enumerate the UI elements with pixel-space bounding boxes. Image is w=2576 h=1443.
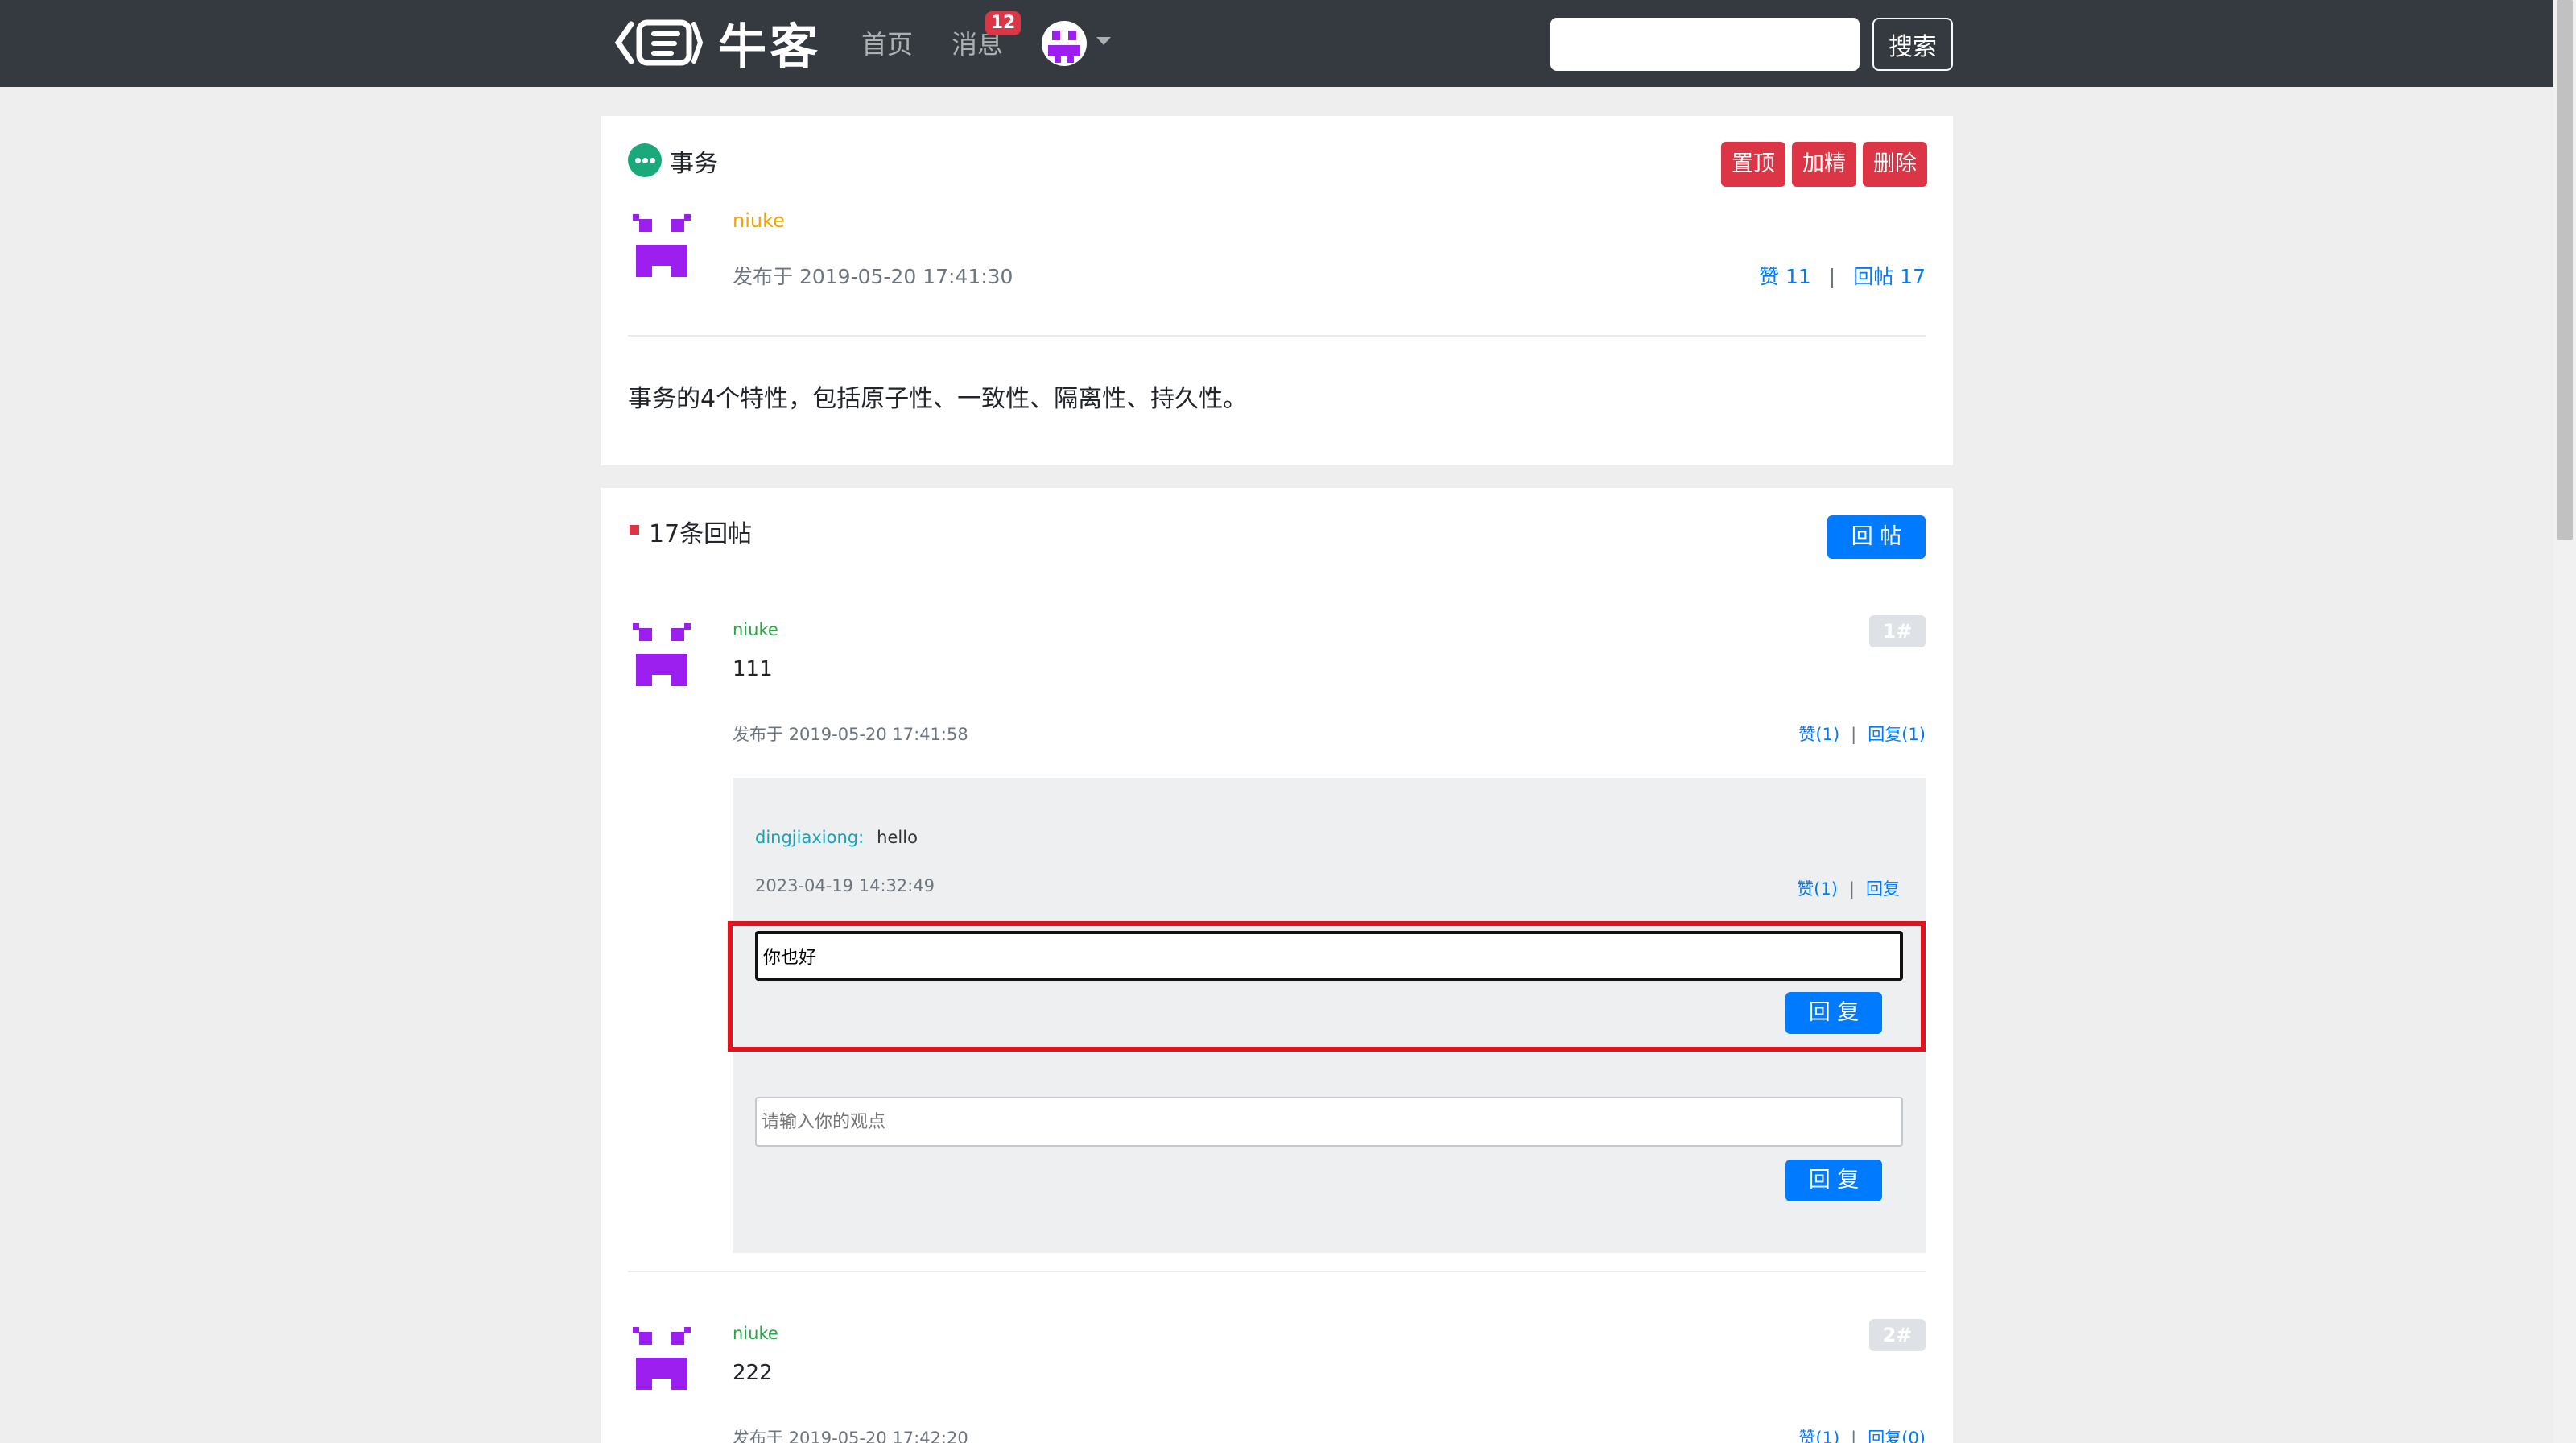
replies-card: 17条回帖 回 帖 niuke 1# 111 发布于 2019-05-20 17… [601,488,1953,1443]
reply-like-link[interactable]: 赞(1) [1798,1429,1839,1443]
post-like-link[interactable]: 赞 11 [1759,265,1811,288]
post-published-time: 发布于 2019-05-20 17:41:30 [733,265,1013,288]
reply-actions: 赞(1) | 回复(0) [1798,1425,1926,1443]
floor-badge: 1# [1869,615,1926,647]
replies-count-title: 17条回帖 [649,520,753,548]
highlight-button[interactable]: 加精 [1792,142,1856,187]
author-avatar[interactable] [630,209,694,282]
reply-avatar[interactable] [630,1322,694,1395]
reply-author[interactable]: niuke [733,1324,778,1343]
search-button[interactable]: 搜索 [1872,18,1953,71]
post-author[interactable]: niuke [733,209,785,232]
comment-actions: 赞(1) | 回复 [1797,879,1900,899]
post-content: 事务的4个特性，包括原子性、一致性、隔离性、持久性。 [628,385,1248,413]
highlight-frame [728,921,1926,1052]
site-logo[interactable]: 牛客 [613,14,821,76]
reply-avatar[interactable] [630,618,694,691]
search-input[interactable] [1550,18,1860,71]
reply-like-link[interactable]: 赞(1) [1798,725,1839,744]
scrollbar-thumb[interactable] [2557,0,2573,540]
comment-reply-link[interactable]: 回复 [1866,879,1900,899]
nav-home-link[interactable]: 首页 [861,24,913,61]
reply-published-time: 发布于 2019-05-20 17:41:58 [733,725,968,744]
post-title: 事务 [670,150,718,178]
user-avatar-menu[interactable] [1042,21,1087,66]
reply-content: 222 [733,1361,773,1385]
reply-author[interactable]: niuke [733,620,778,639]
comment-like-link[interactable]: 赞(1) [1797,879,1838,899]
divider [628,1271,1926,1272]
floor-badge: 2# [1869,1319,1926,1351]
avatar-icon [1048,31,1080,63]
comment-item: dingjiaxiong: hello [755,828,918,847]
reply-reply-link[interactable]: 回复(1) [1868,725,1926,744]
pin-button[interactable]: 置顶 [1721,142,1785,187]
logo-text: 牛客 [718,19,821,76]
comment-input[interactable] [755,1097,1903,1147]
reply-reply-link[interactable]: 回复(0) [1868,1429,1926,1443]
comment-submit-button[interactable]: 回 复 [1785,1160,1882,1201]
divider [628,335,1926,337]
reply-published-time: 发布于 2019-05-20 17:42:20 [733,1429,968,1443]
chat-bubble-icon [628,143,662,177]
reply-actions: 赞(1) | 回复(1) [1798,725,1926,744]
delete-button[interactable]: 删除 [1863,142,1927,187]
post-card: 事务 置顶 加精 删除 niuke 发布于 2019-05-20 17:41:3… [601,116,1953,465]
comment-author[interactable]: dingjiaxiong: [755,828,864,847]
comment-content: hello [877,828,918,847]
post-stats: 赞 11 | 回帖 17 [1759,265,1926,288]
logo-icon [614,19,704,66]
dropdown-caret-icon[interactable] [1096,37,1111,45]
section-marker [630,525,639,535]
post-replies-link[interactable]: 回帖 17 [1853,265,1926,288]
reply-content: 111 [733,657,773,681]
comment-time: 2023-04-19 14:32:49 [755,876,935,895]
new-reply-button[interactable]: 回 帖 [1827,515,1926,559]
top-navbar: 牛客 首页 消息 12 搜索 [0,0,2553,87]
messages-count-badge: 12 [985,11,1021,35]
